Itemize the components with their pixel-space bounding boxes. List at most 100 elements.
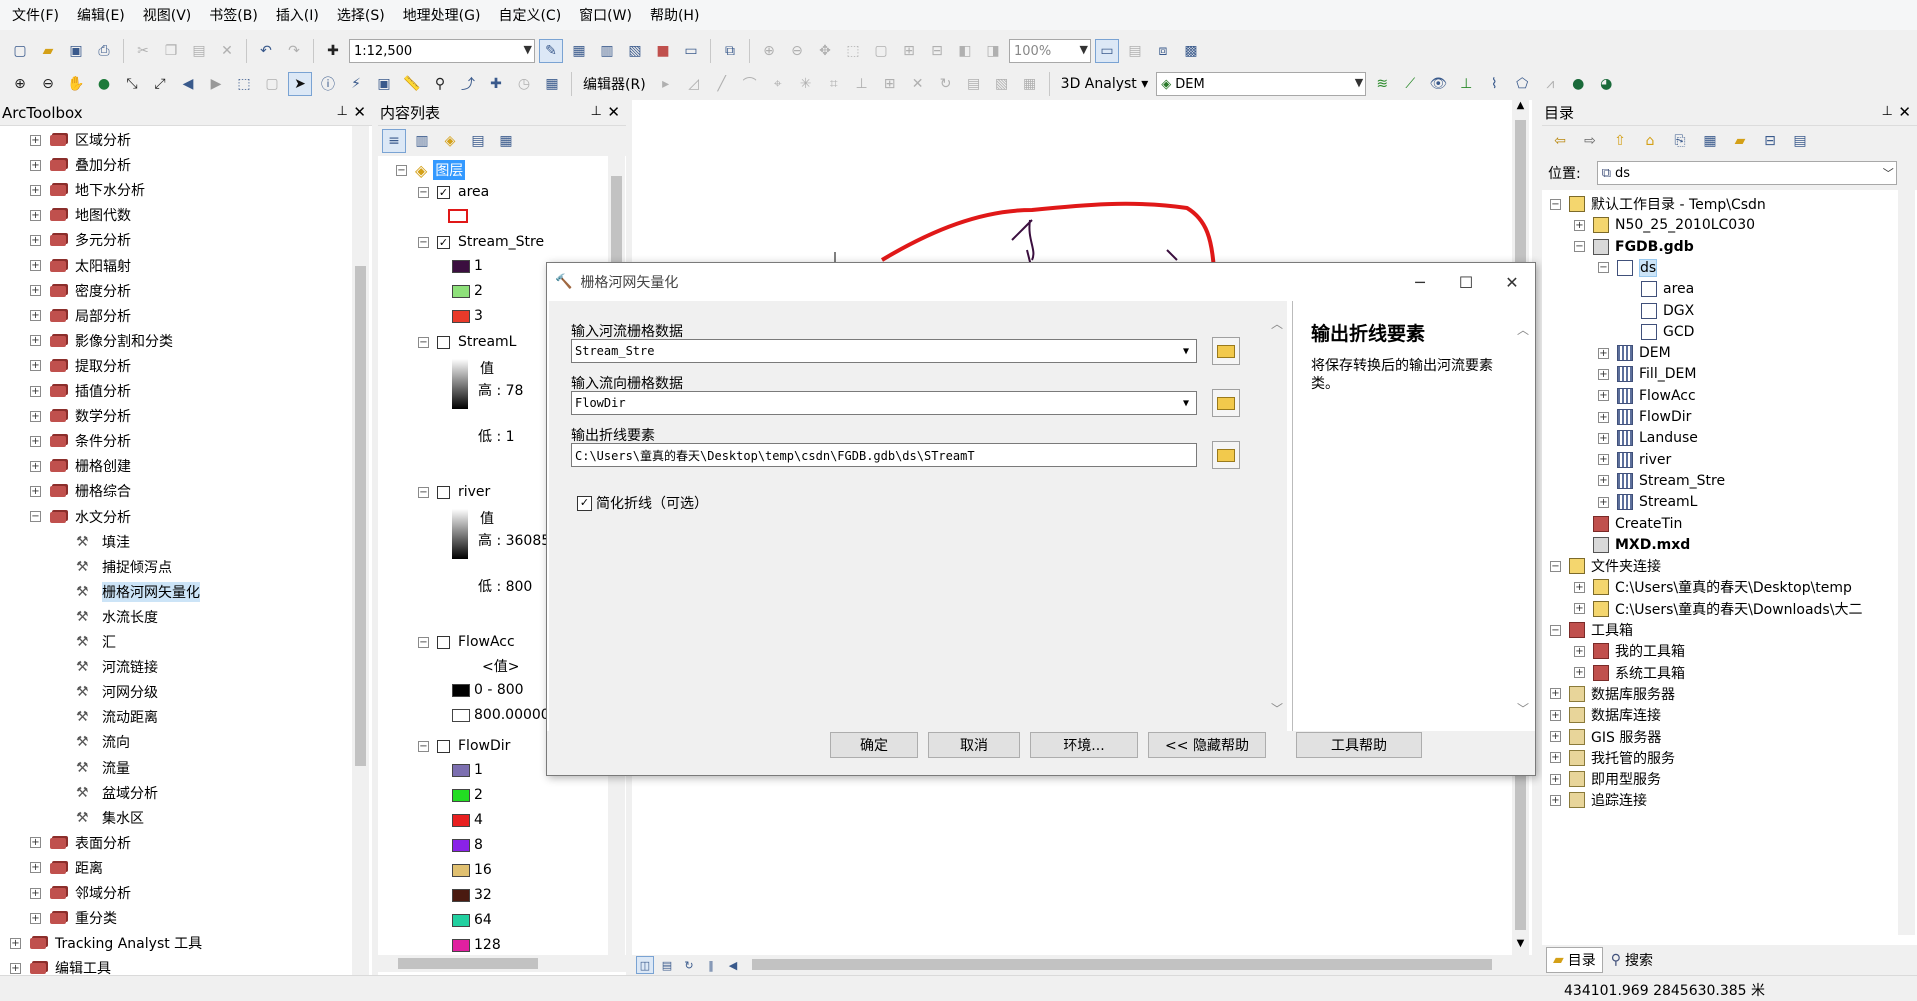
menu-item[interactable]: 视图(V)	[137, 5, 204, 25]
expand-icon[interactable]: +	[1598, 347, 1609, 359]
toc-row[interactable]: 值	[480, 506, 494, 530]
expand-icon[interactable]: +	[1550, 709, 1561, 721]
zoom-out-icon[interactable]: ⊖	[36, 72, 60, 96]
catalog-window-icon[interactable]: ▥	[595, 39, 619, 63]
arctoolbox-icon[interactable]: ■	[651, 39, 675, 63]
rotate-icon[interactable]: ↻	[934, 72, 958, 96]
expand-icon[interactable]: +	[30, 435, 41, 447]
toc-hscrollbar[interactable]	[378, 955, 626, 972]
toc-row[interactable]: − FlowDir	[418, 734, 510, 758]
layout-view-icon[interactable]: ▤	[658, 956, 676, 974]
scroll-down-icon[interactable]: ﹀	[1517, 700, 1529, 717]
toolbox-item[interactable]: + 提取分析	[30, 354, 131, 378]
menu-item[interactable]: 编辑(E)	[71, 5, 137, 25]
layout-zoom-in-icon[interactable]: ⊞	[897, 39, 921, 63]
tool-help-button[interactable]: 工具帮助	[1296, 732, 1422, 758]
editor-toolbar-icon[interactable]: ✎	[539, 39, 563, 63]
cut-icon[interactable]: ✂	[131, 39, 155, 63]
sketch-properties-icon[interactable]: ▧	[990, 72, 1014, 96]
toc-row[interactable]: 2	[452, 279, 483, 303]
toc-row[interactable]: 低 : 1	[478, 424, 515, 448]
toolbox-item[interactable]: + 插值分析	[30, 379, 131, 403]
simplify-option[interactable]: ✓ 简化折线（可选）	[577, 493, 708, 513]
end-point-arc-icon[interactable]: ⌒	[738, 72, 762, 96]
create-viewer-icon[interactable]: ▦	[540, 72, 564, 96]
search-window-icon[interactable]: ▧	[623, 39, 647, 63]
back-icon[interactable]: ◀	[176, 72, 200, 96]
layer-visibility-checkbox[interactable]	[437, 485, 450, 499]
toolbox-item[interactable]: + 邻域分析	[30, 881, 131, 905]
list-by-source-icon[interactable]: ▥	[410, 129, 434, 153]
scroll-left-icon[interactable]: ◀	[724, 956, 742, 974]
profile-graph-icon[interactable]: ⩘	[1538, 72, 1562, 96]
expand-icon[interactable]: +	[30, 862, 41, 874]
model-builder-icon[interactable]: ⧉	[718, 39, 742, 63]
params-scrollbar[interactable]: ︿ ﹀	[1268, 301, 1285, 731]
catalog-scrollbar[interactable]	[1898, 190, 1915, 935]
menu-item[interactable]: 自定义(C)	[492, 5, 573, 25]
toolbox-item[interactable]: ⚒ 填洼	[76, 530, 130, 554]
expand-icon[interactable]: +	[30, 159, 41, 171]
zoom-out-fixed-icon[interactable]: ⊖	[785, 39, 809, 63]
toc-row[interactable]: − ◈ 图层	[396, 158, 466, 182]
toc-row[interactable]: − ✓ area	[418, 180, 489, 204]
browse-output-button[interactable]	[1212, 441, 1240, 469]
toolbox-item[interactable]: ⚒ 流动距离	[76, 705, 158, 729]
layer-visibility-checkbox[interactable]	[437, 739, 450, 753]
zoom-100-icon[interactable]: ▢	[869, 39, 893, 63]
collapse-icon[interactable]: −	[418, 236, 429, 248]
expand-icon[interactable]: +	[1598, 368, 1609, 380]
toolbox-item[interactable]: + 表面分析	[30, 831, 131, 855]
expand-icon[interactable]: +	[30, 912, 41, 924]
expand-icon[interactable]: +	[1598, 475, 1609, 487]
collapse-icon[interactable]: −	[396, 164, 407, 176]
toolbox-item[interactable]: + 区域分析	[30, 128, 131, 152]
copy-icon[interactable]: ❐	[159, 39, 183, 63]
layout-zoom-out-icon[interactable]: ⊟	[925, 39, 949, 63]
table-icon[interactable]: ▦	[567, 39, 591, 63]
expand-icon[interactable]: +	[30, 485, 41, 497]
select-features-icon[interactable]: ⬚	[232, 72, 256, 96]
collapse-icon[interactable]: −	[30, 511, 41, 522]
expand-icon[interactable]: +	[30, 260, 41, 271]
reshape-icon[interactable]: ⊥	[850, 72, 874, 96]
options-icon[interactable]: ▦	[494, 129, 518, 153]
menu-item[interactable]: 选择(S)	[331, 5, 397, 25]
close-icon[interactable]: ✕	[1898, 103, 1911, 121]
menu-item[interactable]: 窗口(W)	[573, 5, 644, 25]
toc-row[interactable]: 32	[452, 883, 492, 907]
expand-icon[interactable]: +	[1550, 752, 1561, 764]
layer-visibility-checkbox[interactable]: ✓	[437, 185, 450, 199]
toc-row[interactable]: 16	[452, 858, 492, 882]
collapse-icon[interactable]: −	[418, 186, 429, 198]
prev-extent-layout-icon[interactable]: ◧	[953, 39, 977, 63]
edit-tool-icon[interactable]: ▸	[654, 72, 678, 96]
attributes-icon[interactable]: ▤	[962, 72, 986, 96]
pan-icon[interactable]: ✋	[64, 72, 88, 96]
time-slider-icon[interactable]: ◷	[512, 72, 536, 96]
toolbox-item[interactable]: + 地下水分析	[30, 178, 145, 202]
line-of-sight-icon[interactable]: 👁	[1426, 72, 1450, 96]
interpolate-polygon-icon[interactable]: ⬠	[1510, 72, 1534, 96]
toolbox-item[interactable]: ⚒ 水流长度	[76, 605, 158, 629]
toc-row[interactable]: 8	[452, 833, 483, 857]
edit-vertices-icon[interactable]: ⌗	[822, 72, 846, 96]
browse-flowdir-button[interactable]	[1212, 389, 1240, 417]
layer-visibility-checkbox[interactable]: ✓	[437, 235, 450, 249]
toc-row[interactable]	[452, 509, 468, 559]
change-layout-icon[interactable]: ⧈	[1151, 39, 1175, 63]
collapse-icon[interactable]: −	[1550, 560, 1561, 572]
toolbox-item[interactable]: + 条件分析	[30, 429, 131, 453]
fixed-zoom-out-icon[interactable]: ⤢	[148, 72, 172, 96]
browse-stream-raster-button[interactable]	[1212, 337, 1240, 365]
tab-catalog[interactable]: ▰ 目录	[1546, 947, 1603, 973]
expand-icon[interactable]: +	[1550, 773, 1561, 785]
find-route-icon[interactable]: ⤴	[456, 72, 480, 96]
undo-icon[interactable]: ↶	[254, 39, 278, 63]
scrollbar-thumb[interactable]	[398, 958, 538, 969]
toc-row[interactable]	[448, 204, 468, 228]
expand-icon[interactable]: +	[1550, 688, 1561, 700]
toolbox-item[interactable]: + 局部分析	[30, 304, 131, 328]
expand-icon[interactable]: +	[1598, 390, 1609, 402]
cancel-button[interactable]: 取消	[928, 732, 1020, 758]
